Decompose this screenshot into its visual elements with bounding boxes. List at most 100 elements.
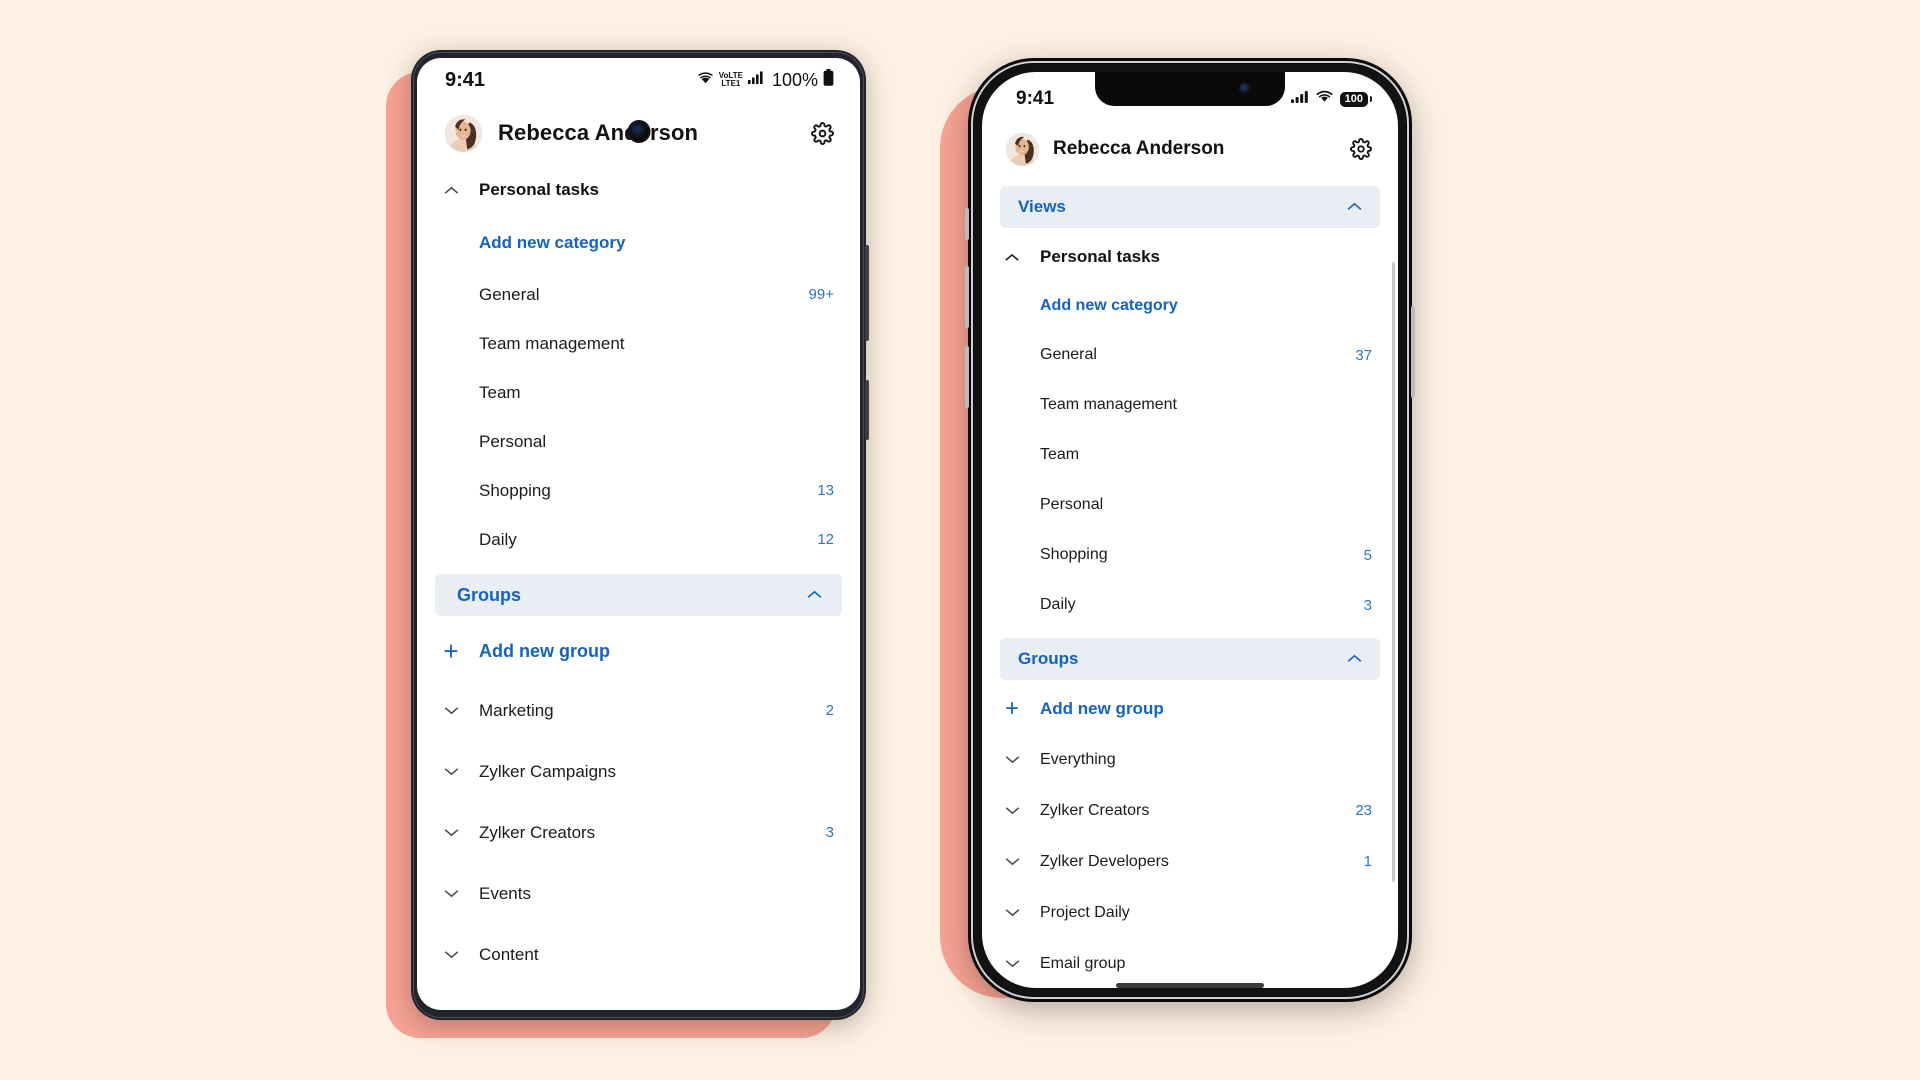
category-label: Daily xyxy=(479,529,517,549)
android-status-bar: 9:41 VoLTE LTE1 100% xyxy=(417,58,860,102)
signal-bars-icon xyxy=(747,71,764,89)
group-label: Zylker Creators xyxy=(1040,801,1150,819)
iphone-category-list: General 37 Team management Team Personal Shop… xyxy=(982,330,1398,630)
group-label: Zylker Creators xyxy=(479,822,596,842)
android-category-row[interactable]: Team xyxy=(417,368,860,417)
chevron-down-icon[interactable] xyxy=(992,959,1032,968)
iphone-silent-switch[interactable] xyxy=(965,208,969,240)
iphone-scroll-indicator[interactable] xyxy=(1392,262,1395,882)
iphone-group-row[interactable]: Everything xyxy=(982,734,1398,785)
category-label: Daily xyxy=(1040,596,1076,613)
iphone-views-section-header[interactable]: Views xyxy=(1000,186,1380,228)
android-volume-button[interactable] xyxy=(865,245,869,341)
android-groups-header-label: Groups xyxy=(457,584,522,605)
chevron-up-icon[interactable] xyxy=(992,253,1032,262)
android-views-title-row[interactable]: Personal tasks xyxy=(417,164,860,216)
chevron-down-icon[interactable] xyxy=(992,755,1032,764)
category-label: Personal xyxy=(1040,496,1104,513)
chevron-down-icon[interactable] xyxy=(992,857,1032,866)
category-count: 99+ xyxy=(808,286,834,303)
chevron-down-icon[interactable] xyxy=(992,806,1032,815)
chevron-up-icon[interactable] xyxy=(807,586,822,604)
iphone-category-row[interactable]: Team xyxy=(982,430,1398,480)
chevron-down-icon[interactable] xyxy=(431,706,471,715)
group-label: Project Daily xyxy=(1040,903,1130,921)
iphone-user-name: Rebecca Anderson xyxy=(1053,138,1225,159)
android-add-category-label: Add new category xyxy=(479,233,626,252)
group-label: Content xyxy=(479,944,539,964)
chevron-down-icon[interactable] xyxy=(431,950,471,959)
iphone-category-row[interactable]: Daily 3 xyxy=(982,580,1398,630)
android-group-row[interactable]: Marketing 2 xyxy=(417,680,860,741)
android-power-button[interactable] xyxy=(865,380,869,440)
android-groups-section-header[interactable]: Groups xyxy=(435,574,842,616)
android-group-row[interactable]: Events xyxy=(417,863,860,924)
iphone-status-time: 9:41 xyxy=(1016,88,1055,109)
iphone-groups-header-label: Groups xyxy=(1018,649,1079,668)
plus-icon[interactable]: + xyxy=(992,695,1032,723)
avatar[interactable] xyxy=(1006,132,1039,166)
screenshot-canvas: 9:41 VoLTE LTE1 100% Rebecca Anderson Pe… xyxy=(0,0,1920,1080)
group-count: 1 xyxy=(1363,853,1372,870)
android-group-row[interactable]: Zylker Campaigns xyxy=(417,741,860,802)
chevron-down-icon[interactable] xyxy=(431,767,471,776)
wifi-icon xyxy=(697,71,714,90)
category-count: 12 xyxy=(817,531,834,548)
android-category-row[interactable]: Shopping 13 xyxy=(417,466,860,515)
chevron-up-icon[interactable] xyxy=(1347,198,1362,216)
android-category-list: General 99+ Team management Team Personal Sho… xyxy=(417,270,860,564)
iphone-group-row[interactable]: Zylker Creators 23 xyxy=(982,785,1398,836)
iphone-notch xyxy=(1095,72,1285,106)
iphone-category-row[interactable]: General 37 xyxy=(982,330,1398,380)
iphone-category-row[interactable]: Shopping 5 xyxy=(982,530,1398,580)
iphone-front-camera-icon xyxy=(1239,83,1251,95)
iphone-group-list: Everything Zylker Creators 23 Zylker Develo… xyxy=(982,734,1398,988)
iphone-views-title-row[interactable]: Personal tasks xyxy=(982,232,1398,282)
group-count: 23 xyxy=(1355,802,1372,819)
gear-icon[interactable] xyxy=(811,121,834,145)
chevron-down-icon[interactable] xyxy=(992,908,1032,917)
iphone-groups-section-header[interactable]: Groups xyxy=(1000,638,1380,680)
category-label: Shopping xyxy=(1040,546,1108,563)
group-label: Zylker Campaigns xyxy=(479,761,616,781)
group-label: Events xyxy=(479,883,531,903)
android-category-row[interactable]: Daily 12 xyxy=(417,515,860,564)
android-group-row[interactable]: Zylker Creators 3 xyxy=(417,802,860,863)
android-category-row[interactable]: General 99+ xyxy=(417,270,860,319)
android-status-time: 9:41 xyxy=(445,68,486,91)
category-count: 13 xyxy=(817,482,834,499)
iphone-group-row[interactable]: Email group xyxy=(982,938,1398,988)
iphone-group-row[interactable]: Project Daily xyxy=(982,887,1398,938)
plus-icon[interactable]: + xyxy=(431,636,471,667)
iphone-category-row[interactable]: Personal xyxy=(982,480,1398,530)
android-add-group-label: Add new group xyxy=(479,640,610,661)
android-category-row[interactable]: Team management xyxy=(417,319,860,368)
chevron-up-icon[interactable] xyxy=(1347,650,1362,668)
iphone-add-new-group[interactable]: + Add new group xyxy=(982,684,1398,734)
android-add-new-group[interactable]: + Add new group xyxy=(417,622,860,680)
chevron-down-icon[interactable] xyxy=(431,889,471,898)
iphone-home-indicator[interactable] xyxy=(1116,983,1264,988)
group-count: 3 xyxy=(825,824,834,841)
android-category-row[interactable]: Personal xyxy=(417,417,860,466)
iphone-power-button[interactable] xyxy=(1411,306,1415,398)
android-group-row[interactable]: Content xyxy=(417,924,860,985)
avatar[interactable] xyxy=(445,114,482,152)
group-label: Everything xyxy=(1040,750,1116,768)
android-add-new-category[interactable]: Add new category xyxy=(417,216,860,270)
iphone-volume-down-button[interactable] xyxy=(965,346,969,408)
chevron-down-icon[interactable] xyxy=(431,828,471,837)
iphone-app-header: Rebecca Anderson xyxy=(982,120,1398,178)
iphone-views-title: Personal tasks xyxy=(1040,247,1161,266)
android-front-camera-icon xyxy=(627,120,650,143)
chevron-up-icon[interactable] xyxy=(431,186,471,195)
iphone-category-row[interactable]: Team management xyxy=(982,380,1398,430)
category-count: 5 xyxy=(1363,546,1372,564)
android-screen: 9:41 VoLTE LTE1 100% Rebecca Anderson Pe… xyxy=(417,58,860,1010)
iphone-group-row[interactable]: Zylker Developers 1 xyxy=(982,836,1398,887)
category-label: Personal xyxy=(479,431,547,451)
gear-icon[interactable] xyxy=(1350,138,1372,160)
iphone-screen: 9:41 100 Rebecca Anderson Views Personal… xyxy=(982,72,1398,988)
iphone-volume-up-button[interactable] xyxy=(965,266,969,328)
iphone-add-new-category[interactable]: Add new category xyxy=(982,282,1398,330)
